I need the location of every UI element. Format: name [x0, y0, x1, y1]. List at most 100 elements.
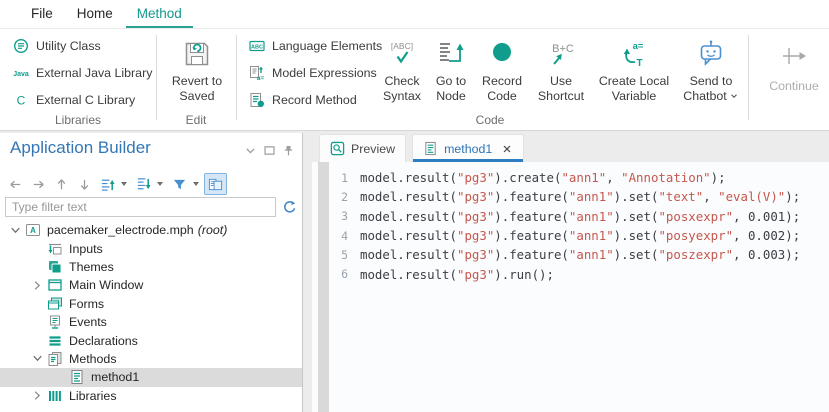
themes-icon	[47, 259, 63, 275]
tree-item-label: method1	[91, 370, 139, 384]
float-window-icon[interactable]	[263, 144, 276, 157]
tree-item-events[interactable]: Events	[0, 313, 302, 331]
tree-item-pacemaker-electrode-mph[interactable]: Apacemaker_electrode.mph(root)	[0, 221, 302, 239]
utility-class-label: Utility Class	[36, 39, 101, 53]
code-line[interactable]: 4 model.result("pg3").feature("ann1").set…	[329, 226, 829, 245]
revert-to-saved-label: Revert to Saved	[160, 74, 234, 104]
tree-item-label: pacemaker_electrode.mph	[47, 223, 194, 237]
language-elements-icon: ABC	[249, 38, 265, 54]
panel-title: Application Builder	[10, 138, 151, 158]
tree-item-libraries[interactable]: Libraries	[0, 387, 302, 405]
svg-text:ABC: ABC	[251, 44, 263, 50]
expand-list-button[interactable]	[96, 173, 119, 195]
code-line[interactable]: 3 model.result("pg3").feature("ann1").set…	[329, 207, 829, 226]
tree-item-main-window[interactable]: Main Window	[0, 276, 302, 294]
group-separator	[236, 35, 237, 120]
tree-item-method1[interactable]: method1	[0, 368, 302, 386]
inputs-icon	[47, 241, 63, 257]
check-syntax-icon: [ABC]	[387, 39, 417, 69]
code-line[interactable]: 6model.result("pg3").run();	[329, 264, 829, 283]
code-line[interactable]: 5model.result("pg3").feature("ann1").set…	[329, 245, 829, 264]
panel-menu-chevron-icon[interactable]	[244, 144, 257, 157]
chevron-down-icon[interactable]	[30, 351, 45, 366]
language-elements-button[interactable]: ABC Language Elements	[244, 34, 387, 57]
refresh-icon[interactable]	[282, 199, 298, 215]
ribbon: Utility Class Java External Java Library…	[0, 29, 829, 131]
filter-input[interactable]	[5, 197, 276, 217]
utility-class-button[interactable]: Utility Class	[8, 34, 106, 57]
create-local-variable-icon: a=T	[619, 39, 649, 69]
arrow-left-button[interactable]	[4, 173, 27, 195]
pin-icon[interactable]	[282, 144, 295, 157]
arrow-right-icon	[31, 177, 46, 192]
tree-item-forms[interactable]: Forms	[0, 295, 302, 313]
menu-tab-home[interactable]: Home	[66, 0, 124, 28]
code-text: model.result("pg3").run();	[360, 267, 554, 282]
external-c-library-button[interactable]: C External C Library	[8, 88, 140, 111]
code-line[interactable]: 1model.result("pg3").create("ann1", "Ann…	[329, 168, 829, 187]
external-java-library-button[interactable]: Java External Java Library	[8, 61, 157, 84]
expander-spacer	[52, 370, 67, 385]
filter-icon	[172, 177, 187, 192]
menu-tab-file[interactable]: File	[20, 0, 64, 28]
dropdown-caret[interactable]	[193, 182, 199, 186]
model-expressions-icon: a=	[249, 65, 265, 81]
code-text: model.result("pg3").feature("ann1").set(…	[360, 228, 800, 243]
code-editor[interactable]: 1model.result("pg3").create("ann1", "Ann…	[312, 162, 829, 412]
record-method-button[interactable]: Record Method	[244, 88, 362, 111]
dropdown-caret[interactable]	[157, 182, 163, 186]
arrow-up-button[interactable]	[50, 173, 73, 195]
group-label-edit: Edit	[156, 113, 236, 127]
toggle-editor-tools-button[interactable]	[204, 173, 227, 195]
arrow-right-button[interactable]	[27, 173, 50, 195]
tree-item-themes[interactable]: Themes	[0, 258, 302, 276]
external-java-library-label: External Java Library	[36, 66, 152, 80]
continue-button[interactable]: Continue	[758, 39, 829, 133]
menu-tab-method[interactable]: Method	[126, 0, 193, 28]
code-text: model.result("pg3").feature("ann1").set(…	[360, 209, 800, 224]
chevron-down-icon[interactable]	[729, 91, 739, 101]
tree-item-label: Themes	[69, 260, 114, 274]
line-number: 3	[329, 209, 348, 223]
check-syntax-label: Check Syntax	[378, 74, 426, 104]
toggle-editor-tools-icon	[208, 177, 223, 192]
line-number: 5	[329, 248, 348, 262]
filter-row	[5, 196, 298, 218]
breakpoint-gutter[interactable]	[318, 162, 329, 412]
arrow-up-icon	[54, 177, 69, 192]
tree-item-declarations[interactable]: Declarations	[0, 331, 302, 349]
tree-item-methods[interactable]: Methods	[0, 350, 302, 368]
use-shortcut-label: Use Shortcut	[530, 74, 592, 104]
panel-controls	[244, 144, 295, 157]
tree-item-inputs[interactable]: Inputs	[0, 239, 302, 257]
model-expressions-button[interactable]: a= Model Expressions	[244, 61, 382, 84]
dropdown-caret[interactable]	[121, 182, 127, 186]
line-number: 4	[329, 229, 348, 243]
collapse-list-button[interactable]	[132, 173, 155, 195]
filter-button[interactable]	[168, 173, 191, 195]
check-syntax-button[interactable]: [ABC] Check Syntax	[378, 34, 426, 128]
line-number: 1	[329, 171, 348, 185]
arrow-down-button[interactable]	[73, 173, 96, 195]
use-shortcut-icon: B+C	[546, 39, 576, 69]
tab-method1[interactable]: method1	[412, 134, 524, 162]
close-icon[interactable]	[501, 143, 513, 155]
utility-class-icon	[13, 38, 29, 54]
expander-spacer	[30, 241, 45, 256]
send-to-chatbot-button[interactable]: Send to Chatbot	[676, 34, 746, 128]
create-local-variable-button[interactable]: a=T Create Local Variable	[594, 34, 674, 128]
code-text: model.result("pg3").feature("ann1").set(…	[360, 189, 800, 204]
tree-item-label: Events	[69, 315, 107, 329]
window-icon	[47, 277, 63, 293]
chevron-down-icon[interactable]	[8, 223, 23, 238]
tree-item-label: Inputs	[69, 242, 103, 256]
c-icon: C	[13, 92, 29, 108]
chevron-right-icon[interactable]	[30, 388, 45, 403]
group-separator	[748, 35, 749, 120]
expander-spacer	[30, 315, 45, 330]
record-code-icon	[487, 39, 517, 69]
chevron-right-icon[interactable]	[30, 278, 45, 293]
tab-preview[interactable]: Preview	[319, 134, 406, 162]
code-line[interactable]: 2model.result("pg3").feature("ann1").set…	[329, 187, 829, 206]
tree: Apacemaker_electrode.mph(root) Inputs Them…	[0, 221, 302, 412]
